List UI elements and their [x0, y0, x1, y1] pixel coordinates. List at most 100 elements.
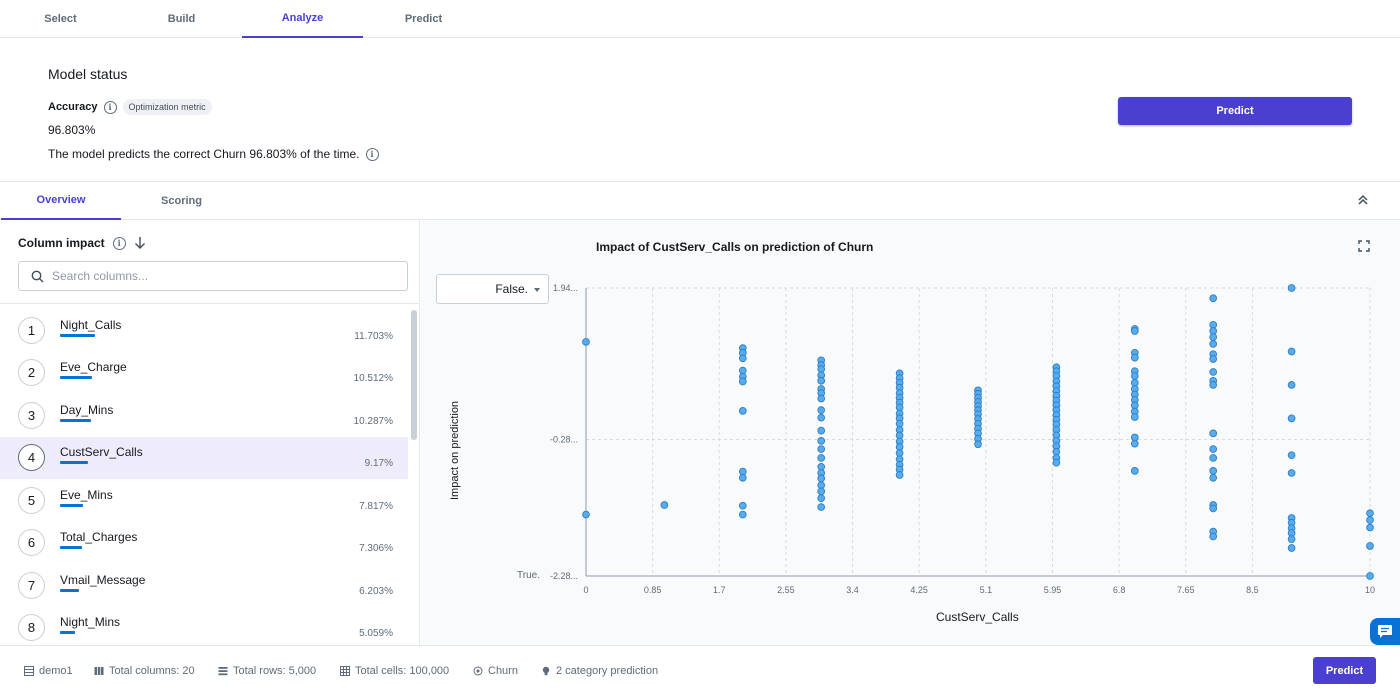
impact-bar — [60, 419, 91, 422]
accuracy-label: Accuracy — [48, 101, 98, 113]
data-point — [1130, 467, 1139, 475]
column-name: Vmail_Message — [60, 573, 146, 587]
impact-bar — [60, 461, 88, 464]
total-rows: Total rows: 5,000 — [233, 665, 317, 677]
impact-percent: 6.203% — [359, 586, 393, 597]
tab-scoring[interactable]: Scoring — [121, 182, 242, 220]
grid-icon — [340, 666, 350, 676]
data-point — [817, 376, 826, 385]
data-point — [1130, 327, 1139, 335]
prediction-type: 2 category prediction — [556, 665, 659, 677]
chat-icon — [1378, 625, 1392, 638]
data-point — [1209, 467, 1218, 475]
impact-bar — [60, 376, 92, 379]
list-item[interactable]: 5 Eve_Mins 7.817% — [0, 480, 408, 522]
tab-overview[interactable]: Overview — [1, 182, 121, 220]
rank-badge: 6 — [18, 529, 45, 556]
footer-rows: Total rows: 5,000 — [218, 665, 316, 677]
tab-analyze[interactable]: Analyze — [242, 0, 363, 38]
column-name: Eve_Charge — [60, 360, 127, 374]
data-point — [1287, 535, 1296, 543]
footer-target: Churn — [473, 665, 518, 677]
data-point — [817, 437, 826, 445]
data-point — [1287, 284, 1296, 292]
data-point — [1209, 445, 1218, 453]
data-point — [1209, 454, 1218, 462]
info-icon[interactable]: i — [365, 147, 379, 161]
data-point — [1209, 340, 1218, 348]
double-chevron-up-icon[interactable] — [1356, 193, 1370, 207]
data-point — [582, 338, 590, 346]
tab-predict[interactable]: Predict — [363, 0, 484, 38]
data-point — [582, 510, 590, 519]
data-point — [738, 501, 747, 510]
data-point — [1287, 414, 1296, 423]
list-item[interactable]: 2 Eve_Charge 10.512% — [0, 352, 408, 394]
data-point — [738, 510, 747, 519]
column-name: CustServ_Calls — [60, 445, 143, 459]
data-point — [1366, 523, 1374, 532]
list-item-selected[interactable]: 4 CustServ_Calls 9.17% — [0, 437, 408, 479]
rows-icon — [218, 667, 228, 676]
accuracy-description-text: The model predicts the correct Churn 96.… — [48, 147, 360, 161]
data-point — [974, 440, 982, 449]
info-icon[interactable]: i — [103, 100, 117, 114]
search-icon — [31, 270, 44, 282]
data-point — [1287, 381, 1296, 389]
x-tick-label: 5.1 — [980, 585, 993, 595]
list-item[interactable]: 6 Total_Charges 7.306% — [0, 522, 408, 564]
top-tab-bar: Select Build Analyze Predict — [0, 0, 1400, 38]
footer-prediction-type: 2 category prediction — [541, 665, 658, 677]
list-item[interactable]: 3 Day_Mins 10.287% — [0, 395, 408, 437]
column-name: Total_Charges — [60, 530, 138, 544]
data-point — [895, 471, 904, 479]
footer-dataset: demo1 — [24, 665, 73, 677]
data-point — [1209, 333, 1218, 341]
dataset-name: demo1 — [39, 665, 73, 677]
search-input[interactable] — [52, 269, 372, 283]
data-point — [817, 413, 826, 422]
search-box — [18, 261, 408, 291]
arrow-down-icon[interactable] — [134, 236, 146, 250]
data-point — [1130, 439, 1139, 448]
data-point — [817, 394, 826, 403]
x-tick-label: 7.65 — [1177, 585, 1195, 595]
x-tick-label: 4.25 — [910, 585, 928, 595]
data-point — [1052, 458, 1061, 467]
list-item[interactable]: 1 Night_Calls 11.703% — [0, 310, 408, 352]
impact-bar — [60, 631, 75, 634]
x-tick-label: 1.7 — [713, 585, 726, 595]
column-list: 1 Night_Calls 11.703% 2 Eve_Charge 10.51… — [0, 303, 420, 645]
data-point — [1209, 355, 1218, 363]
accuracy-description: The model predicts the correct Churn 96.… — [48, 147, 379, 161]
y-tick-label: -0.28... — [550, 435, 578, 445]
list-item[interactable]: 8 Night_Mins 5.059% — [0, 607, 408, 645]
tab-select[interactable]: Select — [0, 0, 121, 38]
predict-button[interactable]: Predict — [1118, 97, 1352, 125]
tab-build[interactable]: Build — [121, 0, 242, 38]
target-icon — [473, 666, 483, 676]
column-name: Night_Mins — [60, 615, 121, 629]
columns-icon — [94, 667, 104, 675]
data-point — [817, 503, 826, 511]
scrollbar[interactable] — [411, 310, 417, 440]
total-columns: Total columns: 20 — [109, 665, 195, 677]
column-impact-header: Column impact i — [18, 236, 146, 250]
column-name: Night_Calls — [60, 318, 122, 332]
rank-badge: 2 — [18, 359, 45, 386]
data-point — [1366, 572, 1374, 580]
data-point — [817, 426, 826, 435]
rank-badge: 8 — [18, 614, 45, 641]
column-impact-title: Column impact — [18, 236, 105, 250]
chat-button[interactable] — [1370, 618, 1400, 645]
info-icon[interactable]: i — [112, 236, 126, 250]
data-point — [1209, 381, 1218, 389]
data-point — [1209, 504, 1218, 513]
data-point — [1366, 542, 1374, 550]
chart-panel: Impact of CustServ_Calls on prediction o… — [421, 220, 1400, 645]
model-status-title: Model status — [48, 66, 128, 82]
x-tick-label: 6.8 — [1113, 585, 1126, 595]
predict-button-footer[interactable]: Predict — [1313, 657, 1376, 684]
data-point — [1130, 372, 1139, 380]
list-item[interactable]: 7 Vmail_Message 6.203% — [0, 565, 408, 607]
